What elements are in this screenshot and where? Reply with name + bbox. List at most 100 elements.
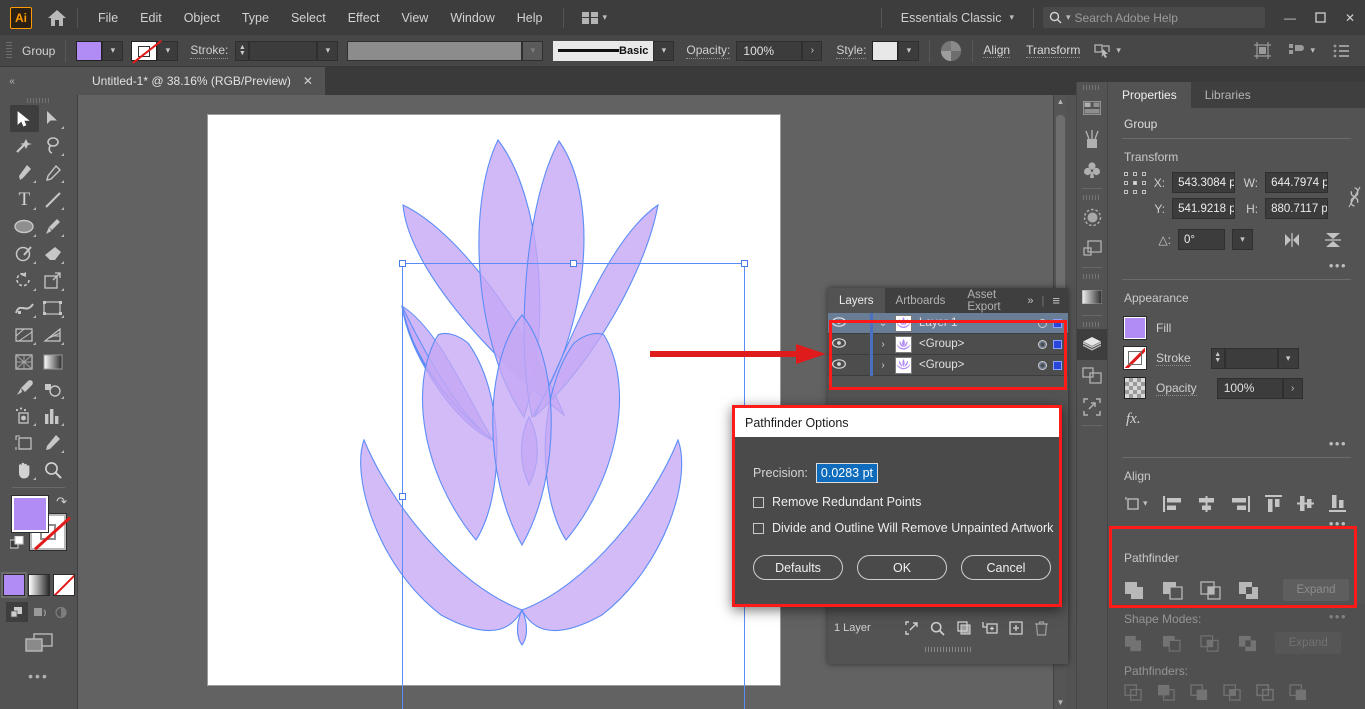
create-new-layer-icon[interactable] xyxy=(1003,621,1029,635)
make-editable-icon[interactable] xyxy=(1094,43,1111,58)
width-tool[interactable] xyxy=(10,294,39,321)
menu-select[interactable]: Select xyxy=(280,7,337,29)
target-icon[interactable] xyxy=(1038,340,1047,349)
align-link[interactable]: Align xyxy=(983,43,1010,58)
menu-window[interactable]: Window xyxy=(439,7,505,29)
pen-tool[interactable] xyxy=(10,159,39,186)
lasso-tool[interactable] xyxy=(39,132,68,159)
angle-dropdown[interactable]: ▾ xyxy=(1232,229,1253,250)
maximize-button[interactable] xyxy=(1305,5,1335,30)
layer-row-group1[interactable]: › <Group> xyxy=(828,334,1068,355)
vertical-align-bottom-icon[interactable] xyxy=(1329,495,1346,512)
find-icon[interactable] xyxy=(925,621,951,636)
stroke-weight-field[interactable] xyxy=(249,41,317,61)
color-panel-icon[interactable] xyxy=(1077,92,1107,123)
draw-normal-button[interactable] xyxy=(6,602,28,622)
close-button[interactable]: ✕ xyxy=(1335,5,1365,30)
paintbrush-tool[interactable] xyxy=(39,213,68,240)
horizontal-align-right-icon[interactable] xyxy=(1231,496,1250,512)
eye-icon[interactable] xyxy=(828,338,850,351)
flip-horizontal-icon[interactable] xyxy=(1283,233,1301,247)
target-icon[interactable] xyxy=(1038,319,1047,328)
minimize-button[interactable]: — xyxy=(1275,5,1305,30)
edit-toolbar-button[interactable]: ••• xyxy=(0,668,77,684)
draw-behind-button[interactable] xyxy=(28,602,50,622)
magic-wand-tool[interactable] xyxy=(10,132,39,159)
scroll-down-arrow[interactable]: ▼ xyxy=(1054,696,1066,709)
tools-panel-grip[interactable] xyxy=(0,95,77,105)
selection-indicator[interactable] xyxy=(1053,361,1062,370)
selection-indicator[interactable] xyxy=(1053,319,1062,328)
gradient-tool[interactable] xyxy=(39,348,68,375)
none-swatch-button[interactable] xyxy=(53,574,75,596)
opacity-label[interactable]: Opacity xyxy=(1156,381,1197,396)
effects-button[interactable]: fx. xyxy=(1108,403,1365,434)
stroke-weight-stepper[interactable]: ▲▼ xyxy=(235,41,249,61)
style-label[interactable]: Style: xyxy=(836,43,866,59)
menu-type[interactable]: Type xyxy=(231,7,280,29)
eye-icon[interactable] xyxy=(828,359,850,372)
unite-icon[interactable] xyxy=(1124,635,1144,652)
chevron-down-icon[interactable]: ▾ xyxy=(1116,45,1121,56)
arrange-documents-button[interactable]: ▾ xyxy=(577,9,613,27)
stroke-color-swatch[interactable] xyxy=(1124,347,1146,369)
tab-properties[interactable]: Properties xyxy=(1108,82,1191,108)
color-swatch-button[interactable] xyxy=(3,574,25,596)
arrange-icon[interactable] xyxy=(1289,43,1305,59)
minus-front-icon[interactable] xyxy=(1162,581,1184,600)
brush-definition-field[interactable]: Basic xyxy=(553,41,653,61)
unite-icon[interactable] xyxy=(1124,581,1146,600)
horizontal-align-center-icon[interactable] xyxy=(1197,496,1216,512)
stroke-weight-stepper[interactable]: ▲▼ xyxy=(1211,348,1225,369)
exclude-icon[interactable] xyxy=(1238,581,1260,600)
mesh-tool[interactable] xyxy=(10,348,39,375)
transform-more-options[interactable]: ••• xyxy=(1108,256,1365,279)
close-icon[interactable]: ✕ xyxy=(303,74,313,88)
asset-export-panel-icon[interactable] xyxy=(1077,391,1107,422)
fill-swatch[interactable] xyxy=(76,41,102,61)
artboard-tool[interactable] xyxy=(10,429,39,456)
align-to-selection-button[interactable]: ▾ xyxy=(1124,496,1148,512)
shape-builder-tool[interactable] xyxy=(10,321,39,348)
line-segment-tool[interactable] xyxy=(39,186,68,213)
constrain-proportions-icon[interactable] xyxy=(1348,186,1361,208)
symbol-sprayer-tool[interactable] xyxy=(10,402,39,429)
opacity-options-button[interactable]: › xyxy=(1283,378,1303,399)
draw-inside-button[interactable] xyxy=(50,602,72,622)
disclosure-icon[interactable]: › xyxy=(873,360,893,371)
document-tab[interactable]: Untitled-1* @ 38.16% (RGB/Preview) ✕ xyxy=(78,67,325,95)
selection-handle[interactable] xyxy=(399,260,406,267)
layer-name[interactable]: <Group> xyxy=(919,359,964,371)
rail-grip-4[interactable] xyxy=(1077,319,1107,329)
menu-file[interactable]: File xyxy=(87,7,129,29)
selection-indicator[interactable] xyxy=(1053,340,1062,349)
curvature-tool[interactable] xyxy=(39,159,68,186)
h-field[interactable]: 880.7117 p xyxy=(1265,198,1328,219)
layers-horizontal-scrollbar[interactable] xyxy=(828,647,1068,656)
eyedropper-tool[interactable] xyxy=(10,375,39,402)
menu-effect[interactable]: Effect xyxy=(337,7,391,29)
workspace-switcher[interactable]: Essentials Classic ▾ xyxy=(891,7,1024,29)
menu-view[interactable]: View xyxy=(390,7,439,29)
selection-tool[interactable] xyxy=(10,105,39,132)
align-panel-icon[interactable] xyxy=(1254,42,1271,59)
overflow-icon[interactable]: » xyxy=(1027,295,1033,307)
outline-icon[interactable] xyxy=(1256,684,1275,701)
menu-object[interactable]: Object xyxy=(173,7,231,29)
divide-icon[interactable] xyxy=(1124,684,1143,701)
delete-selection-icon[interactable] xyxy=(1029,621,1055,636)
search-input[interactable]: ▾ Search Adobe Help xyxy=(1043,7,1265,28)
change-screen-mode-button[interactable] xyxy=(0,632,77,654)
panel-menu-icon[interactable]: ≡ xyxy=(1052,293,1060,308)
column-graph-tool[interactable] xyxy=(39,402,68,429)
cancel-button[interactable]: Cancel xyxy=(961,555,1051,580)
intersect-icon[interactable] xyxy=(1200,581,1222,600)
selection-handle[interactable] xyxy=(399,493,406,500)
fill-color-swatch[interactable] xyxy=(12,496,48,532)
rail-grip-3[interactable] xyxy=(1077,271,1107,281)
precision-input[interactable]: 0.0283 pt xyxy=(816,463,878,483)
angle-field[interactable]: 0° xyxy=(1178,229,1225,250)
crop-icon[interactable] xyxy=(1223,684,1242,701)
merge-icon[interactable] xyxy=(1190,684,1209,701)
scale-tool[interactable] xyxy=(39,267,68,294)
